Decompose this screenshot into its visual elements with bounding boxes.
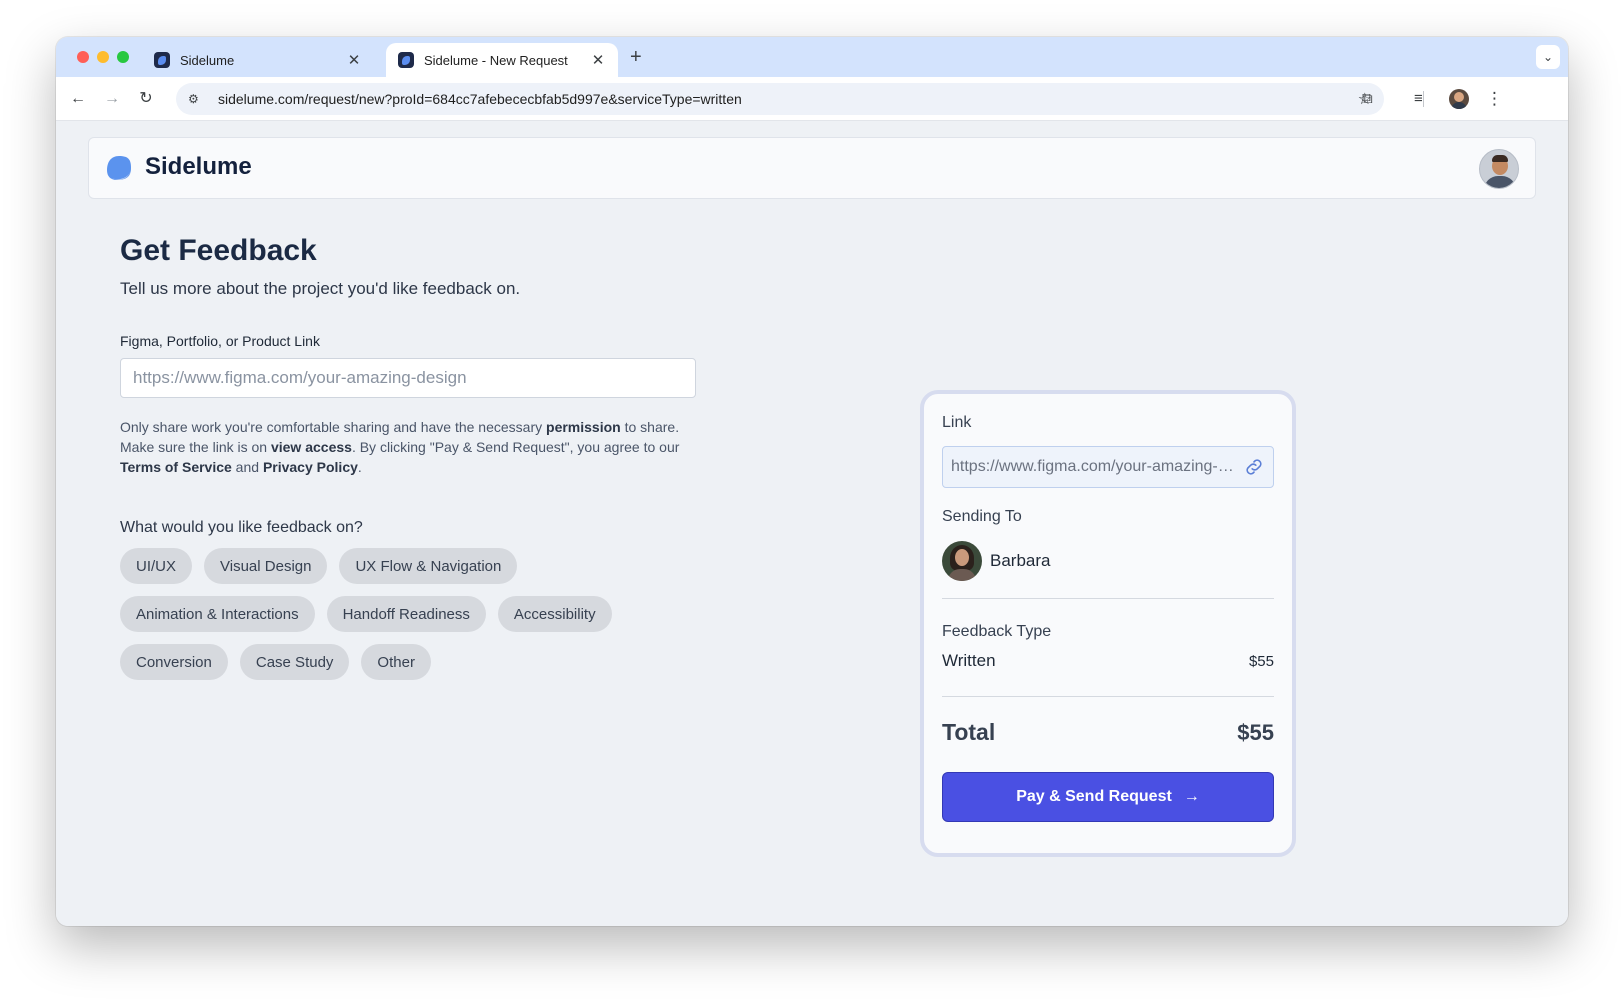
url-text[interactable]: sidelume.com/request/new?proId=684cc7afe… [218,91,1358,107]
tab-strip: Sidelume ✕ Sidelume - New Request ✕ + ⌄ [56,37,1568,77]
terms-of-service-link[interactable]: Terms of Service [120,459,232,475]
sidelume-favicon-icon [154,52,170,68]
feedback-type-row: Written $55 [942,651,1274,671]
topic-chip-ux-flow[interactable]: UX Flow & Navigation [339,548,518,584]
user-avatar[interactable] [1479,149,1519,189]
topic-chips: UI/UX Visual Design UX Flow & Navigation… [120,548,680,692]
profile-avatar[interactable] [1449,89,1469,109]
sending-to-label: Sending To [942,508,1022,525]
extensions-icon[interactable]: ⧉ [1362,90,1373,108]
topic-chip-accessibility[interactable]: Accessibility [497,596,612,632]
note-text: Only share work you're comfortable shari… [120,419,547,435]
topic-chip-animation[interactable]: Animation & Interactions [120,596,315,632]
reload-icon[interactable]: ↻ [136,89,156,109]
note-text: . By clicking "Pay & Send Request", you … [351,439,680,455]
total-value: $55 [1237,719,1274,745]
note-text: and [231,459,263,475]
recipient: Barbara [942,541,1050,581]
recipient-name: Barbara [990,551,1051,570]
browser-window: Sidelume ✕ Sidelume - New Request ✕ + ⌄ … [56,37,1568,926]
topic-chip-ui-ux[interactable]: UI/UX [120,548,193,584]
feedback-type-label: Feedback Type [942,623,1052,640]
link-icon [1246,459,1262,475]
minimize-window-button[interactable] [97,51,109,63]
note-emphasis-view-access: view access [270,439,352,455]
topic-chip-conversion[interactable]: Conversion [120,644,228,680]
note-emphasis-permission: permission [546,419,621,435]
topic-chip-visual-design[interactable]: Visual Design [204,548,328,584]
pay-button-label: Pay & Send Request [1016,788,1172,805]
close-tab-icon[interactable]: ✕ [590,51,606,69]
feedback-type-price: $55 [1248,652,1274,670]
forward-icon[interactable]: → [102,89,122,109]
site-info-icon[interactable]: ⚙ [188,92,204,106]
back-icon[interactable]: ← [68,89,88,109]
project-link-input[interactable] [120,358,696,398]
summary-link-value: https://www.figma.com/your-amazing-desig… [951,458,1235,475]
tab-title: Sidelume - New Request [424,52,568,68]
tab-title: Sidelume [180,52,235,68]
app-name[interactable]: Sidelume [145,153,252,181]
close-window-button[interactable] [77,51,89,63]
total-label: Total [942,719,996,745]
request-summary-card: Link https://www.figma.com/your-amazing-… [920,390,1296,857]
topic-chip-handoff[interactable]: Handoff Readiness [326,596,486,632]
more-menu-icon[interactable]: ⋮ [1486,90,1503,108]
pay-and-send-button[interactable]: Pay & Send Request → [942,772,1274,822]
total-row: Total $55 [942,719,1274,746]
sidelume-favicon-icon [398,52,414,68]
page-subtitle: Tell us more about the project you'd lik… [120,279,521,298]
summary-divider [942,598,1274,599]
toolbar-divider [1423,91,1424,107]
link-field-label: Figma, Portfolio, or Product Link [120,333,320,349]
address-bar[interactable]: ⚙ sidelume.com/request/new?proId=684cc7a… [176,83,1384,115]
topic-chip-case-study[interactable]: Case Study [239,644,350,680]
privacy-policy-link[interactable]: Privacy Policy [263,459,358,475]
browser-toolbar: ← → ↻ ⚙ sidelume.com/request/new?proId=6… [56,77,1568,121]
note-text: . [357,459,362,475]
app-header: Sidelume [88,137,1536,199]
new-tab-button[interactable]: + [630,47,642,67]
feedback-type-value: Written [942,651,996,670]
tab-sidelume[interactable]: Sidelume ✕ [142,43,374,77]
topics-question: What would you like feedback on? [120,519,363,536]
arrow-right-icon: → [1183,788,1200,805]
maximize-window-button[interactable] [117,51,129,63]
tab-new-request[interactable]: Sidelume - New Request ✕ [386,43,618,77]
close-tab-icon[interactable]: ✕ [346,51,362,69]
summary-link-label: Link [942,414,972,431]
sharing-note: Only share work you're comfortable shari… [120,417,700,477]
recipient-avatar [942,541,982,581]
topic-chip-other[interactable]: Other [361,644,431,680]
summary-link-box: https://www.figma.com/your-amazing-desig… [942,446,1274,488]
tab-search-button[interactable]: ⌄ [1536,45,1560,69]
page-title: Get Feedback [120,234,317,267]
summary-divider [942,696,1274,697]
page-content: Sidelume Get Feedback Tell us more about… [56,121,1568,926]
media-controls-icon[interactable]: ≡ [1414,90,1423,108]
sidelume-logo-icon[interactable] [105,154,133,182]
